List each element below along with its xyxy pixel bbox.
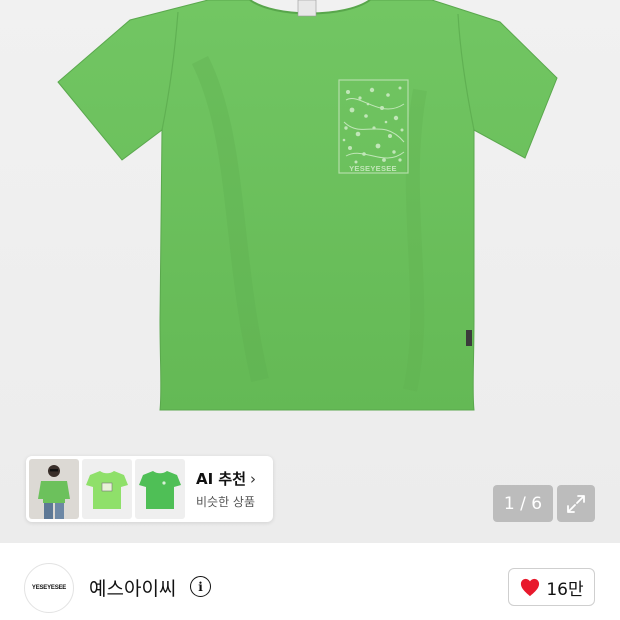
ai-recommend-chip[interactable]: AI 추천 › 비슷한 상품 <box>26 456 273 522</box>
brand-logo-text: YESEYESEE <box>31 585 67 591</box>
expand-image-button[interactable] <box>557 485 595 522</box>
brand-name[interactable]: 예스아이씨 <box>89 574 176 601</box>
info-icon[interactable]: i <box>190 576 211 597</box>
product-image-gallery[interactable]: YESEYESEE AI 추천 › 비슷한 상품 1 / 6 <box>0 0 620 543</box>
heart-icon <box>521 578 540 597</box>
ai-recommend-subtitle: 비슷한 상품 <box>196 495 256 509</box>
recommend-thumbnail-model[interactable] <box>29 459 79 519</box>
recommend-thumbnail-shirt-green[interactable] <box>135 459 185 519</box>
chest-print-text: YESEYESEE <box>349 164 397 173</box>
brand-logo[interactable]: YESEYESEE <box>24 563 74 613</box>
recommend-thumbnail-shirt-light[interactable] <box>82 459 132 519</box>
like-button[interactable]: 16만 <box>508 568 595 606</box>
like-count: 16만 <box>546 579 584 600</box>
chevron-right-icon: › <box>250 469 257 488</box>
brand-bar: YESEYESEE 예스아이씨 i 16만 <box>0 543 620 620</box>
product-image: YESEYESEE <box>57 0 558 411</box>
expand-arrows-icon <box>567 494 585 513</box>
ai-recommend-title: AI 추천 <box>196 470 247 488</box>
image-page-indicator: 1 / 6 <box>493 485 553 522</box>
